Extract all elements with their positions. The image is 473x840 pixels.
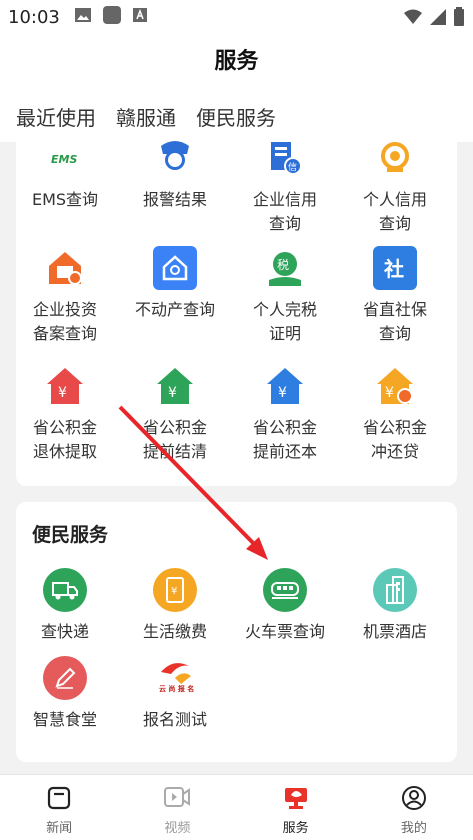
page-title: 服务: [0, 34, 473, 90]
svg-text:¥: ¥: [385, 385, 394, 401]
grid-item-enterprise-credit[interactable]: 信 企业信用 查询: [230, 136, 340, 236]
grid-item-utility-bill[interactable]: ¥ 生活缴费: [120, 568, 230, 644]
nav-video[interactable]: 视频: [118, 775, 236, 840]
tab-ganfutong[interactable]: 赣服通: [116, 102, 176, 131]
personal-credit-icon: [373, 136, 417, 180]
police-icon: [153, 136, 197, 180]
grid-item-enterprise-investment[interactable]: 企业投资 备案查询: [10, 246, 120, 346]
fund-house-icon: ¥: [153, 364, 197, 408]
nav-news[interactable]: 新闻: [0, 775, 118, 840]
svg-text:¥: ¥: [168, 385, 177, 401]
grid-item-train-ticket[interactable]: 火车票查询: [230, 568, 340, 644]
grid-item-smart-canteen[interactable]: 智慧食堂: [10, 656, 120, 732]
grid-item-signup-test[interactable]: 云 尚 报 名 报名测试: [120, 656, 230, 732]
app-notification-icon: [102, 5, 122, 29]
train-icon: [263, 568, 307, 612]
grid-item-fund-settle[interactable]: ¥ 省公积金 提前结清: [120, 364, 230, 464]
svg-text:税: 税: [277, 258, 289, 272]
svg-text:¥: ¥: [171, 586, 177, 597]
fund-house-icon: ¥: [373, 364, 417, 408]
grid-item-express[interactable]: 查快递: [10, 568, 120, 644]
grid-item-fund-offset[interactable]: ¥ 省公积金 冲还贷: [340, 364, 450, 464]
svg-text:¥: ¥: [58, 385, 67, 401]
fund-house-icon: ¥: [263, 364, 307, 408]
grid-item-police[interactable]: 报警结果: [120, 136, 230, 212]
ems-icon: EMS: [43, 136, 87, 180]
status-bar: 10:03: [0, 0, 473, 34]
battery-icon: [453, 7, 465, 31]
nav-profile[interactable]: 我的: [355, 775, 473, 840]
svg-text:信: 信: [288, 161, 297, 173]
signup-logo-icon: 云 尚 报 名: [153, 656, 197, 700]
service-grid-card: EMS EMS查询 报警结果 信 企业信用 查询 个人信用 查询 企业投资 备案…: [16, 141, 457, 486]
grid-item-flight-hotel[interactable]: 机票酒店: [340, 568, 450, 644]
status-time: 10:03: [8, 6, 60, 28]
enterprise-investment-icon: [43, 246, 87, 290]
svg-text:EMS: EMS: [51, 153, 77, 166]
fund-house-icon: ¥: [43, 364, 87, 408]
grid-item-fund-retire[interactable]: ¥ 省公积金 退休提取: [10, 364, 120, 464]
grid-item-social-security[interactable]: 社 省直社保 查询: [340, 246, 450, 346]
grid-item-personal-credit[interactable]: 个人信用 查询: [340, 136, 450, 236]
news-icon: [48, 786, 71, 810]
tab-bar: 最近使用 赣服通 便民服务: [0, 90, 473, 142]
tax-icon: 税: [263, 246, 307, 290]
svg-text:社: 社: [383, 257, 404, 281]
enterprise-credit-icon: 信: [263, 136, 307, 180]
grid-item-ems[interactable]: EMS EMS查询: [10, 136, 120, 212]
signal-icon: [429, 8, 447, 30]
grid-item-real-estate[interactable]: 不动产查询: [120, 246, 230, 322]
image-notification-icon: [74, 7, 92, 27]
bottom-nav: 新闻 视频 服务 我的: [0, 774, 473, 840]
svg-text:云 尚 报 名: 云 尚 报 名: [159, 684, 194, 693]
grid-item-fund-prepay[interactable]: ¥ 省公积金 提前还本: [230, 364, 340, 464]
wifi-icon: [403, 8, 423, 30]
svg-text:¥: ¥: [278, 385, 287, 401]
service-icon: [284, 788, 307, 809]
profile-icon: [401, 786, 426, 810]
section-title: 便民服务: [32, 524, 109, 546]
truck-icon: [43, 568, 87, 612]
grid-item-tax[interactable]: 税 个人完税 证明: [230, 246, 340, 346]
real-estate-icon: [153, 246, 197, 290]
tab-convenience[interactable]: 便民服务: [196, 102, 276, 131]
nav-service[interactable]: 服务: [237, 775, 355, 840]
phone-bill-icon: ¥: [153, 568, 197, 612]
building-icon: [373, 568, 417, 612]
convenience-card: 便民服务 查快递 ¥ 生活缴费 火车票查询 机票酒店 智慧食堂 云 尚 报 名 …: [16, 502, 457, 762]
tab-recent[interactable]: 最近使用: [16, 102, 96, 131]
a-notification-icon: [132, 7, 148, 27]
social-security-icon: 社: [373, 246, 417, 290]
pen-icon: [43, 656, 87, 700]
video-icon: [164, 787, 191, 807]
